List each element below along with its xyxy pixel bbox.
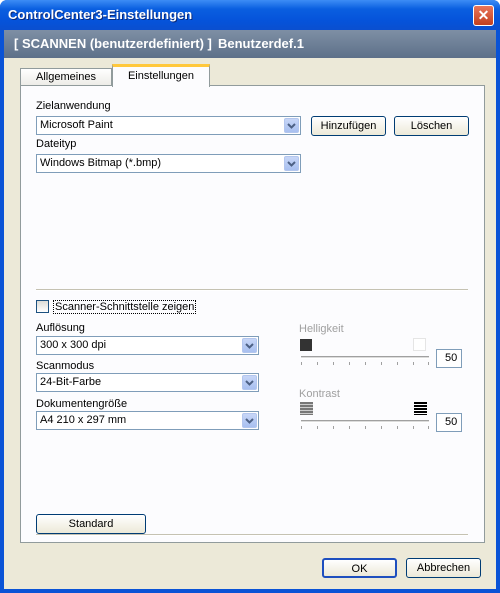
header-banner: [ SCANNEN (benutzerdefiniert) ] Benutzer… [4, 30, 496, 58]
chevron-down-icon[interactable] [242, 413, 257, 428]
settings-panel: Zielanwendung Microsoft Paint Hinzufügen… [20, 85, 485, 543]
ok-button[interactable]: OK [322, 558, 397, 578]
contrast-value: 50 [436, 413, 462, 432]
brightness-label: Helligkeit [299, 323, 344, 335]
high-contrast-icon [414, 402, 427, 415]
close-button[interactable]: ✕ [473, 5, 494, 26]
tab-settings-label: Einstellungen [127, 70, 195, 82]
tab-general-label: Allgemeines [36, 71, 96, 83]
close-icon: ✕ [477, 7, 490, 23]
delete-button[interactable]: Löschen [394, 116, 469, 136]
window-title: ControlCenter3-Einstellungen [8, 7, 193, 22]
resolution-value: 300 x 300 dpi [40, 339, 107, 351]
bottom-divider [36, 534, 468, 536]
scanner-interface-checkbox[interactable] [36, 300, 49, 313]
scan-mode-value: 24-Bit-Farbe [40, 376, 102, 388]
document-size-value: A4 210 x 297 mm [40, 414, 127, 426]
default-button-label: Standard [68, 518, 114, 530]
dark-square-icon [300, 339, 312, 351]
header-scan-type: [ SCANNEN (benutzerdefiniert) ] [14, 36, 212, 51]
cancel-button-label: Abbrechen [416, 562, 471, 574]
file-type-value: Windows Bitmap (*.bmp) [40, 157, 162, 169]
brightness-ticks [301, 362, 429, 365]
delete-button-label: Löschen [410, 120, 453, 132]
low-contrast-icon [300, 402, 313, 415]
scan-mode-select[interactable]: 24-Bit-Farbe [36, 373, 259, 392]
document-size-label: Dokumentengröße [36, 398, 128, 410]
ok-button-label: OK [351, 563, 368, 575]
resolution-select[interactable]: 300 x 300 dpi [36, 336, 259, 355]
default-button[interactable]: Standard [36, 514, 146, 534]
chevron-down-icon[interactable] [242, 338, 257, 353]
dialog-client: [ SCANNEN (benutzerdefiniert) ] Benutzer… [4, 30, 496, 589]
file-type-label: Dateityp [36, 138, 77, 150]
target-app-select[interactable]: Microsoft Paint [36, 116, 301, 135]
brightness-slider[interactable] [301, 356, 429, 359]
chevron-down-icon[interactable] [284, 156, 299, 171]
contrast-label: Kontrast [299, 388, 340, 400]
light-square-icon [413, 338, 426, 351]
header-profile-name: Benutzerdef.1 [218, 36, 304, 51]
dialog-window: ControlCenter3-Einstellungen ✕ [ SCANNEN… [0, 0, 500, 593]
add-button[interactable]: Hinzufügen [311, 116, 386, 136]
contrast-ticks [301, 426, 429, 429]
chevron-down-icon[interactable] [284, 118, 299, 133]
file-type-select[interactable]: Windows Bitmap (*.bmp) [36, 154, 301, 173]
document-size-select[interactable]: A4 210 x 297 mm [36, 411, 259, 430]
section-divider [36, 289, 468, 291]
brightness-value: 50 [436, 349, 462, 368]
tab-settings[interactable]: Einstellungen [112, 64, 210, 87]
cancel-button[interactable]: Abbrechen [406, 558, 481, 578]
resolution-label: Auflösung [36, 322, 85, 334]
scan-mode-label: Scanmodus [36, 360, 95, 372]
scanner-interface-label[interactable]: Scanner-Schnittstelle zeigen [53, 300, 197, 314]
contrast-slider[interactable] [301, 420, 429, 423]
title-bar[interactable]: ControlCenter3-Einstellungen ✕ [0, 0, 500, 30]
target-app-label: Zielanwendung [36, 100, 111, 112]
chevron-down-icon[interactable] [242, 375, 257, 390]
target-app-value: Microsoft Paint [40, 119, 113, 131]
tab-general[interactable]: Allgemeines [20, 68, 112, 86]
add-button-label: Hinzufügen [320, 120, 377, 132]
